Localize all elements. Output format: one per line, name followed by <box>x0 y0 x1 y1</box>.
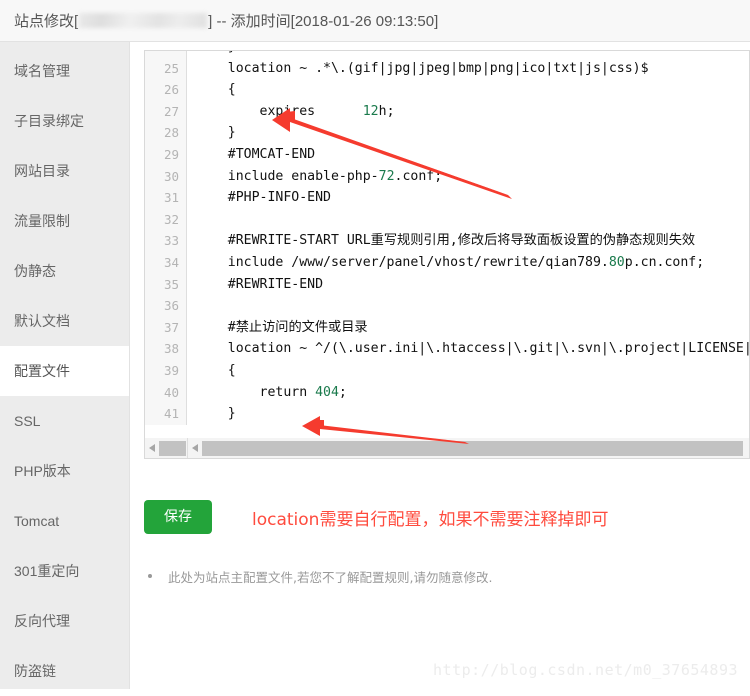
line-number: 24 <box>145 51 179 58</box>
code-line: } <box>196 406 236 422</box>
line-number: 26 <box>163 82 179 98</box>
code-line: include enable-php-72.conf; <box>196 168 443 184</box>
editor-actions: 保存 location需要自行配置，如果不需要注释掉即可 <box>144 500 608 534</box>
save-button[interactable]: 保存 <box>144 500 212 534</box>
code-horizontal-scrollbar[interactable] <box>188 438 749 458</box>
sidebar-item-subdirectory-binding[interactable]: 子目录绑定 <box>0 96 129 146</box>
code-line: } <box>196 51 749 58</box>
config-note: 此处为站点主配置文件,若您不了解配置规则,请勿随意修改. <box>144 567 492 586</box>
sidebar-item-pseudo-static[interactable]: 伪静态 <box>0 246 129 296</box>
page-title-prefix: 站点修改[ <box>14 13 79 30</box>
line-number: 29 <box>163 146 179 162</box>
code-line: { <box>196 82 236 98</box>
code-line: expires 12h; <box>196 103 395 119</box>
gutter-horizontal-scrollbar[interactable] <box>145 438 188 458</box>
line-number: 25 <box>163 60 179 76</box>
line-number: 35 <box>163 276 179 292</box>
line-number: 37 <box>163 319 179 335</box>
code-line: #PHP-INFO-END <box>196 190 331 206</box>
main-content: 24 25 26 27 28 29 30 31 32 33 34 35 36 37 38 39 40 41 } l… <box>130 42 750 689</box>
line-number: 31 <box>163 190 179 206</box>
code-line: location ~ .*\.(gif|jpg|jpeg|bmp|png|ico… <box>196 60 649 76</box>
sidebar-item-config-file[interactable]: 配置文件 <box>0 346 129 396</box>
config-file-editor[interactable]: 24 25 26 27 28 29 30 31 32 33 34 35 36 37 38 39 40 41 } l… <box>144 50 750 438</box>
code-line: location ~ ^/(\.user.ini|\.htaccess|\.gi… <box>196 341 749 357</box>
gutter-scroll-left-arrow-icon[interactable] <box>145 444 158 452</box>
editor-code-area[interactable]: } location ~ .*\.(gif|jpg|jpeg|bmp|png|i… <box>187 51 749 425</box>
editor-scrollbar-row <box>144 438 750 459</box>
line-number: 40 <box>163 384 179 400</box>
page-body: 域名管理 子目录绑定 网站目录 流量限制 伪静态 默认文档 配置文件 SSL P… <box>0 42 750 689</box>
line-number: 34 <box>163 254 179 270</box>
editor-line-number-gutter: 24 25 26 27 28 29 30 31 32 33 34 35 36 37 38 39 40 41 <box>145 51 187 425</box>
sidebar-item-301-redirect[interactable]: 301重定向 <box>0 546 129 596</box>
code-line: #REWRITE-START URL重写规则引用,修改后将导致面板设置的伪静态规… <box>196 233 696 249</box>
code-line: #禁止访问的文件或目录 <box>196 319 368 335</box>
sidebar: 域名管理 子目录绑定 网站目录 流量限制 伪静态 默认文档 配置文件 SSL P… <box>0 42 130 689</box>
line-number: 28 <box>163 125 179 141</box>
red-annotation-text: location需要自行配置，如果不需要注释掉即可 <box>252 509 609 530</box>
line-number: 30 <box>163 168 179 184</box>
code-line: include /www/server/panel/vhost/rewrite/… <box>196 254 705 270</box>
sidebar-item-default-document[interactable]: 默认文档 <box>0 296 129 346</box>
line-number: 41 <box>163 406 179 422</box>
editor-inner: 24 25 26 27 28 29 30 31 32 33 34 35 36 37 38 39 40 41 } l… <box>145 51 749 425</box>
code-scroll-thumb[interactable] <box>202 440 743 456</box>
sidebar-item-tomcat[interactable]: Tomcat <box>0 496 129 546</box>
page-title: 站点修改[ ] -- 添加时间[2018-01-26 09:13:50] <box>14 10 438 31</box>
line-number: 27 <box>163 103 179 119</box>
watermark: http://blog.csdn.net/m0_37654893 <box>433 661 738 679</box>
gutter-scroll-track[interactable] <box>158 438 187 458</box>
sidebar-item-php-version[interactable]: PHP版本 <box>0 446 129 496</box>
sidebar-item-website-directory[interactable]: 网站目录 <box>0 146 129 196</box>
code-line: #TOMCAT-END <box>196 146 316 162</box>
line-number: 38 <box>163 341 179 357</box>
code-scroll-track[interactable] <box>201 438 749 458</box>
code-scroll-left-arrow-icon[interactable] <box>188 444 201 452</box>
code-line: return 404; <box>196 384 347 400</box>
line-number: 33 <box>163 233 179 249</box>
sidebar-item-ssl[interactable]: SSL <box>0 396 129 446</box>
sidebar-item-reverse-proxy[interactable]: 反向代理 <box>0 596 129 646</box>
line-number: 36 <box>163 298 179 314</box>
sidebar-item-domain-management[interactable]: 域名管理 <box>0 46 129 96</box>
sidebar-item-traffic-limit[interactable]: 流量限制 <box>0 196 129 246</box>
page-title-suffix: ] -- 添加时间[2018-01-26 09:13:50] <box>208 13 439 30</box>
line-number: 39 <box>163 362 179 378</box>
code-line: { <box>196 362 236 378</box>
code-line: } <box>196 125 236 141</box>
note-text: 此处为站点主配置文件,若您不了解配置规则,请勿随意修改. <box>168 570 493 585</box>
page-header: 站点修改[ ] -- 添加时间[2018-01-26 09:13:50] <box>0 0 750 42</box>
note-bullet-icon <box>148 574 152 578</box>
code-line: #REWRITE-END <box>196 276 324 292</box>
line-number: 32 <box>163 211 179 227</box>
redacted-domain-mask <box>79 13 208 28</box>
gutter-scroll-thumb[interactable] <box>159 440 186 456</box>
